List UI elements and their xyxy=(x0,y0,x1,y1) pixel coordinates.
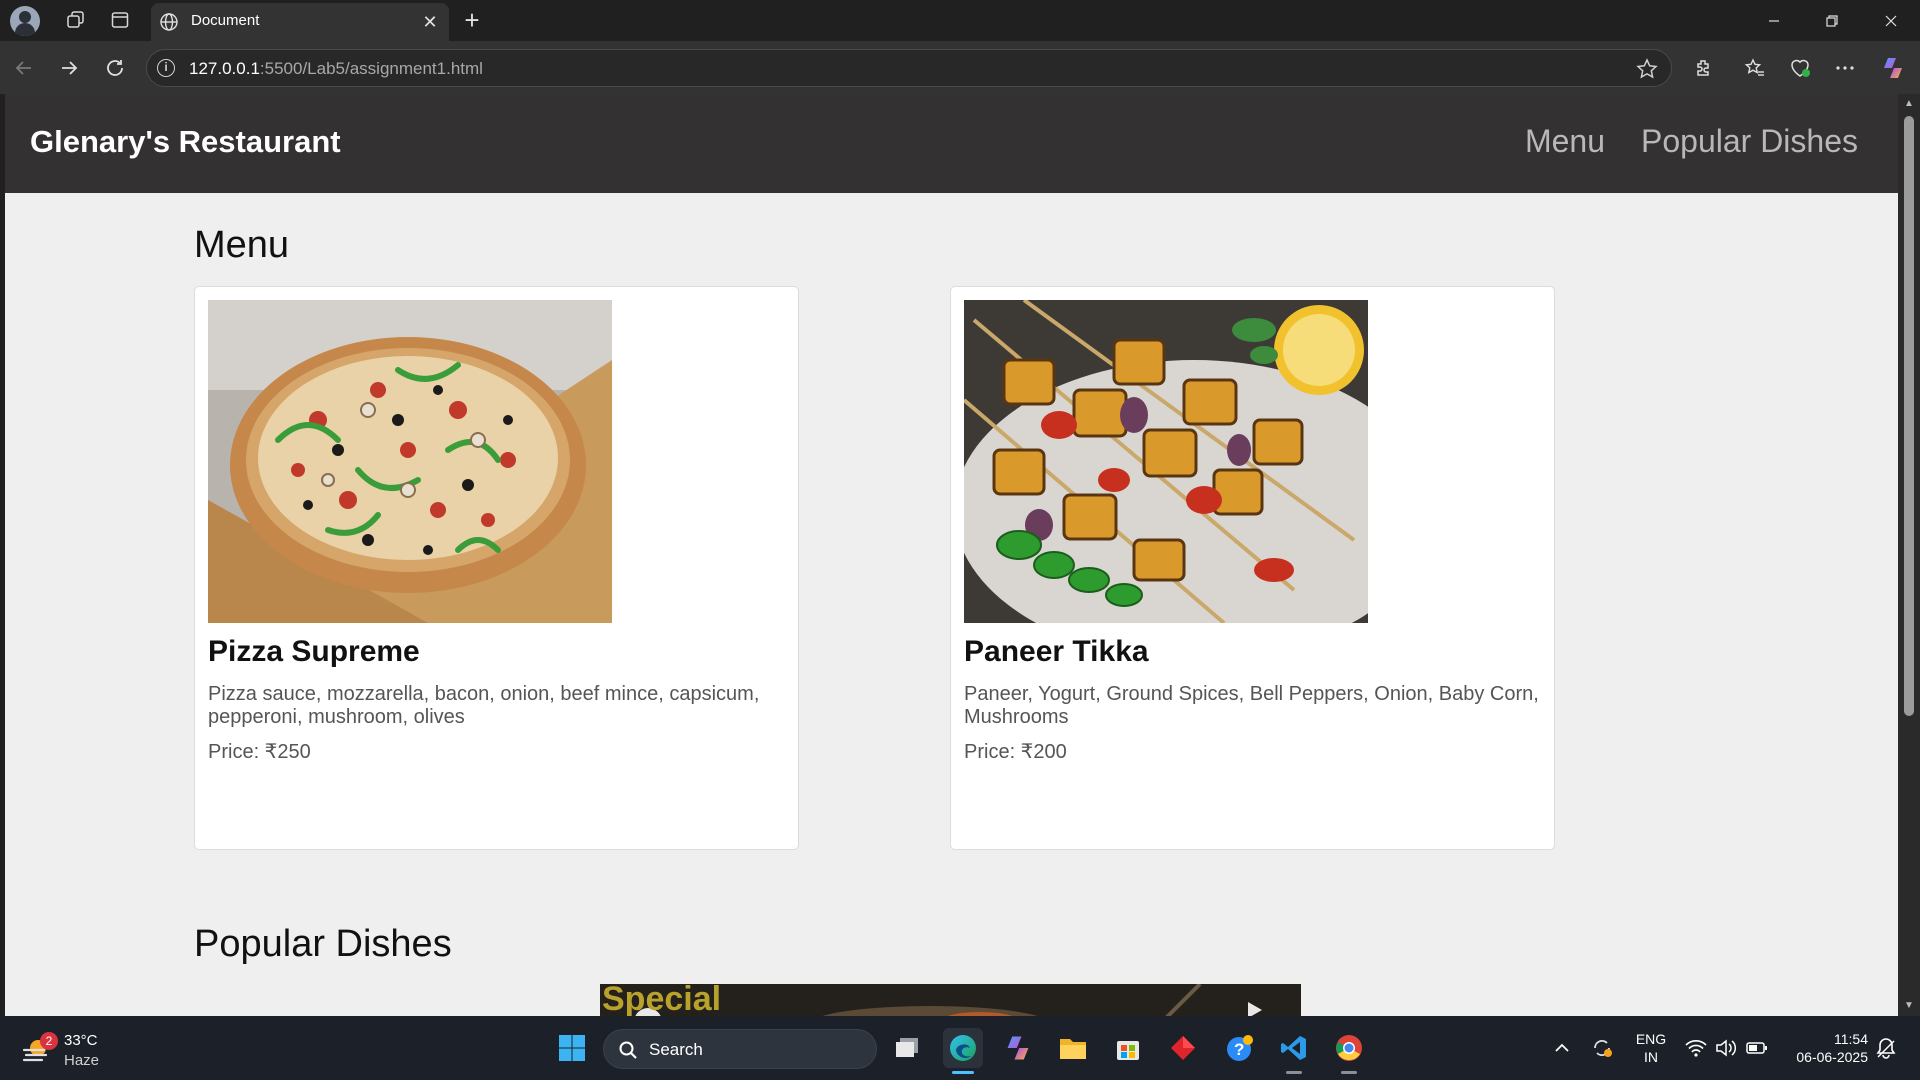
back-button[interactable] xyxy=(8,52,40,84)
forward-button[interactable] xyxy=(53,52,85,84)
refresh-button[interactable] xyxy=(99,52,131,84)
popular-dishes-heading: Popular Dishes xyxy=(194,923,452,965)
profile-avatar[interactable] xyxy=(10,6,40,36)
weather-temperature: 33°C xyxy=(64,1032,98,1049)
favorite-star-icon[interactable] xyxy=(1635,57,1659,81)
file-explorer-icon[interactable] xyxy=(1053,1028,1093,1068)
browser-essentials-icon[interactable] xyxy=(1786,54,1814,82)
sync-icon[interactable] xyxy=(1590,1036,1614,1060)
nav-link-popular-dishes[interactable]: Popular Dishes xyxy=(1641,123,1858,160)
new-tab-button[interactable]: + xyxy=(458,7,486,35)
app-red-diamond-icon[interactable] xyxy=(1163,1028,1203,1068)
address-bar[interactable]: i 127.0.0.1:5500/Lab5/assignment1.html xyxy=(146,49,1672,87)
browser-toolbar: i 127.0.0.1:5500/Lab5/assignment1.html xyxy=(0,41,1920,94)
start-button[interactable] xyxy=(552,1028,592,1068)
page-viewport: Glenary's Restaurant Menu Popular Dishes… xyxy=(5,94,1898,1016)
site-nav: Menu Popular Dishes xyxy=(1525,123,1858,160)
site-header: Glenary's Restaurant Menu Popular Dishes xyxy=(5,94,1898,193)
pizza-image xyxy=(208,300,612,623)
menu-heading: Menu xyxy=(194,224,290,266)
close-tab-icon[interactable]: ✕ xyxy=(421,13,439,31)
item-price: Price: ₹200 xyxy=(964,741,1067,763)
volume-icon[interactable] xyxy=(1714,1036,1738,1060)
chrome-icon[interactable] xyxy=(1329,1028,1369,1074)
site-info-icon[interactable]: i xyxy=(157,59,175,77)
battery-icon[interactable] xyxy=(1745,1036,1769,1060)
item-price: Price: ₹250 xyxy=(208,741,311,763)
copilot-taskbar-icon[interactable] xyxy=(998,1028,1038,1068)
edge-taskbar-icon[interactable] xyxy=(943,1028,983,1074)
minimize-button[interactable] xyxy=(1745,0,1803,41)
clock-date: 06-06-2025 xyxy=(1796,1049,1868,1065)
microsoft-store-icon[interactable] xyxy=(1108,1028,1148,1068)
globe-icon xyxy=(160,13,178,31)
nav-link-menu[interactable]: Menu xyxy=(1525,123,1605,160)
paneer-tikka-image xyxy=(964,300,1368,623)
clock-time: 11:54 xyxy=(1834,1031,1868,1047)
weather-alert-badge: 2 xyxy=(40,1032,58,1050)
menu-card-pizza: Pizza Supreme Pizza sauce, mozzarella, b… xyxy=(194,286,799,850)
vs-code-icon[interactable] xyxy=(1274,1028,1314,1074)
site-brand[interactable]: Glenary's Restaurant xyxy=(30,124,341,160)
taskbar-search[interactable]: Search xyxy=(603,1029,877,1069)
scrollbar-thumb[interactable] xyxy=(1904,116,1914,716)
search-label: Search xyxy=(649,1040,703,1059)
item-description: Paneer, Yogurt, Ground Spices, Bell Pepp… xyxy=(964,683,1539,728)
search-icon xyxy=(619,1041,637,1059)
scroll-up-icon[interactable]: ▲ xyxy=(1903,98,1915,110)
tab-document[interactable]: Document ✕ xyxy=(151,3,449,41)
system-clock[interactable]: 11:54 06-06-2025 xyxy=(1784,1030,1868,1066)
menu-card-paneer-tikka: Paneer Tikka Paneer, Yogurt, Ground Spic… xyxy=(950,286,1555,850)
browser-title-bar: Document ✕ + xyxy=(0,0,1920,41)
wifi-icon[interactable] xyxy=(1684,1036,1708,1060)
vertical-tabs-icon[interactable] xyxy=(104,6,136,34)
video-title-text: Special xyxy=(602,984,722,1016)
url-text[interactable]: 127.0.0.1:5500/Lab5/assignment1.html xyxy=(189,59,483,79)
copilot-icon[interactable] xyxy=(1879,54,1907,82)
extensions-icon[interactable] xyxy=(1690,54,1718,82)
show-hidden-icons-chevron-icon[interactable] xyxy=(1550,1036,1574,1060)
more-options-icon[interactable] xyxy=(1831,54,1859,82)
item-name: Pizza Supreme xyxy=(208,635,420,668)
notifications-bell-icon[interactable] xyxy=(1874,1036,1898,1060)
svg-text:?: ? xyxy=(1234,1040,1244,1059)
tab-title: Document xyxy=(191,12,260,29)
scroll-down-icon[interactable]: ▼ xyxy=(1903,1000,1915,1012)
restore-button[interactable] xyxy=(1803,0,1861,41)
get-help-icon[interactable]: ? xyxy=(1220,1028,1260,1068)
weather-widget[interactable]: 2 33°C Haze xyxy=(20,1030,140,1070)
weather-condition: Haze xyxy=(64,1052,100,1069)
popular-dishes-video[interactable]: Special xyxy=(600,984,1301,1016)
favorites-icon[interactable] xyxy=(1741,54,1769,82)
item-name: Paneer Tikka xyxy=(964,635,1149,668)
windows-taskbar: 2 33°C Haze Search ? ENG IN 11:54 06-06-… xyxy=(0,1016,1920,1080)
task-view-icon[interactable] xyxy=(888,1028,928,1068)
item-description: Pizza sauce, mozzarella, bacon, onion, b… xyxy=(208,683,760,728)
close-window-button[interactable] xyxy=(1862,0,1920,41)
input-language-indicator[interactable]: ENG IN xyxy=(1635,1030,1667,1066)
page-scrollbar[interactable]: ▲ ▼ xyxy=(1898,94,1920,1016)
workspaces-icon[interactable] xyxy=(60,6,92,34)
